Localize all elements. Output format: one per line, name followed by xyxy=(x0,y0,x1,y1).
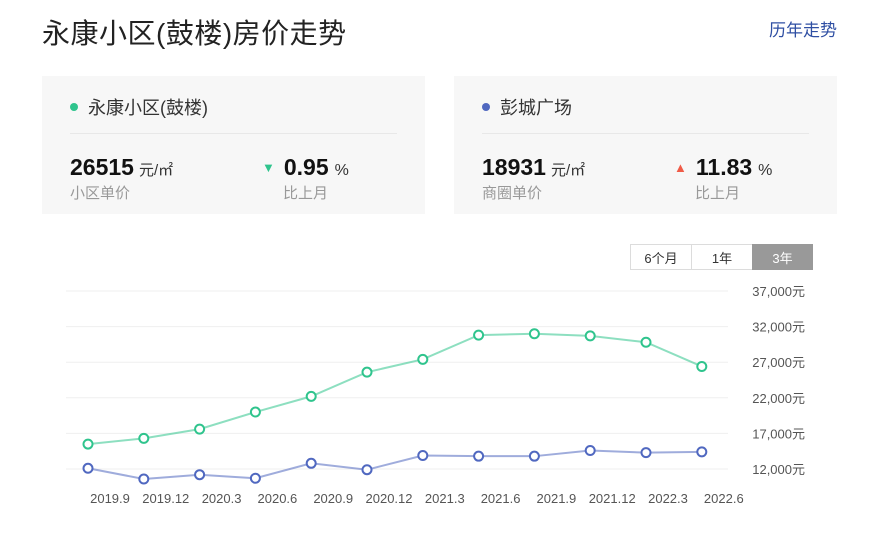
data-point[interactable] xyxy=(528,328,540,340)
data-point[interactable] xyxy=(528,450,540,462)
data-point[interactable] xyxy=(696,446,708,458)
x-tick-label: 2019.12 xyxy=(142,491,189,506)
data-point[interactable] xyxy=(361,464,373,476)
x-tick-label: 2020.9 xyxy=(313,491,353,506)
x-tick-label: 2020.3 xyxy=(202,491,242,506)
y-tick-label: 17,000元 xyxy=(752,426,805,441)
data-point[interactable] xyxy=(82,438,94,450)
series-layer xyxy=(82,328,708,485)
x-tick-label: 2022.6 xyxy=(704,491,744,506)
y-tick-label: 32,000元 xyxy=(752,320,805,335)
y-tick-label: 37,000元 xyxy=(752,284,805,299)
x-tick-label: 2021.12 xyxy=(589,491,636,506)
x-tick-label: 2020.12 xyxy=(366,491,413,506)
x-tick-label: 2021.9 xyxy=(537,491,577,506)
data-point[interactable] xyxy=(640,447,652,459)
x-tick-label: 2021.3 xyxy=(425,491,465,506)
grid-lines xyxy=(66,290,728,470)
x-tick-label: 2022.3 xyxy=(648,491,688,506)
x-tick-label: 2019.9 xyxy=(90,491,130,506)
data-point[interactable] xyxy=(249,406,261,418)
x-axis-ticks: 2019.9 2019.12 2020.3 2020.6 2020.9 2020.12 20… xyxy=(90,491,744,506)
data-point[interactable] xyxy=(473,450,485,462)
data-point[interactable] xyxy=(305,457,317,469)
data-point[interactable] xyxy=(82,462,94,474)
x-tick-label: 2021.6 xyxy=(481,491,521,506)
y-tick-label: 27,000元 xyxy=(752,355,805,370)
data-point[interactable] xyxy=(473,329,485,341)
y-tick-label: 22,000元 xyxy=(752,391,805,406)
data-point[interactable] xyxy=(584,444,596,456)
data-point[interactable] xyxy=(194,469,206,481)
series-line-0 xyxy=(87,332,703,446)
y-axis-ticks: 12,000元 17,000元 22,000元 27,000元 32,000元 37,00… xyxy=(752,284,805,477)
data-point[interactable] xyxy=(249,472,261,484)
series-line-1 xyxy=(87,449,702,480)
data-point[interactable] xyxy=(138,432,150,444)
price-trend-chart: 12,000元 17,000元 22,000元 27,000元 32,000元 37,00… xyxy=(66,284,805,506)
y-tick-label: 12,000元 xyxy=(752,462,805,477)
data-point[interactable] xyxy=(305,390,317,402)
data-point[interactable] xyxy=(361,366,373,378)
x-tick-label: 2020.6 xyxy=(258,491,298,506)
data-point[interactable] xyxy=(417,449,429,461)
data-point[interactable] xyxy=(584,330,596,342)
data-point[interactable] xyxy=(138,473,150,485)
data-point[interactable] xyxy=(696,360,708,372)
data-point[interactable] xyxy=(194,423,206,435)
data-point[interactable] xyxy=(640,336,652,348)
data-point[interactable] xyxy=(417,353,429,365)
